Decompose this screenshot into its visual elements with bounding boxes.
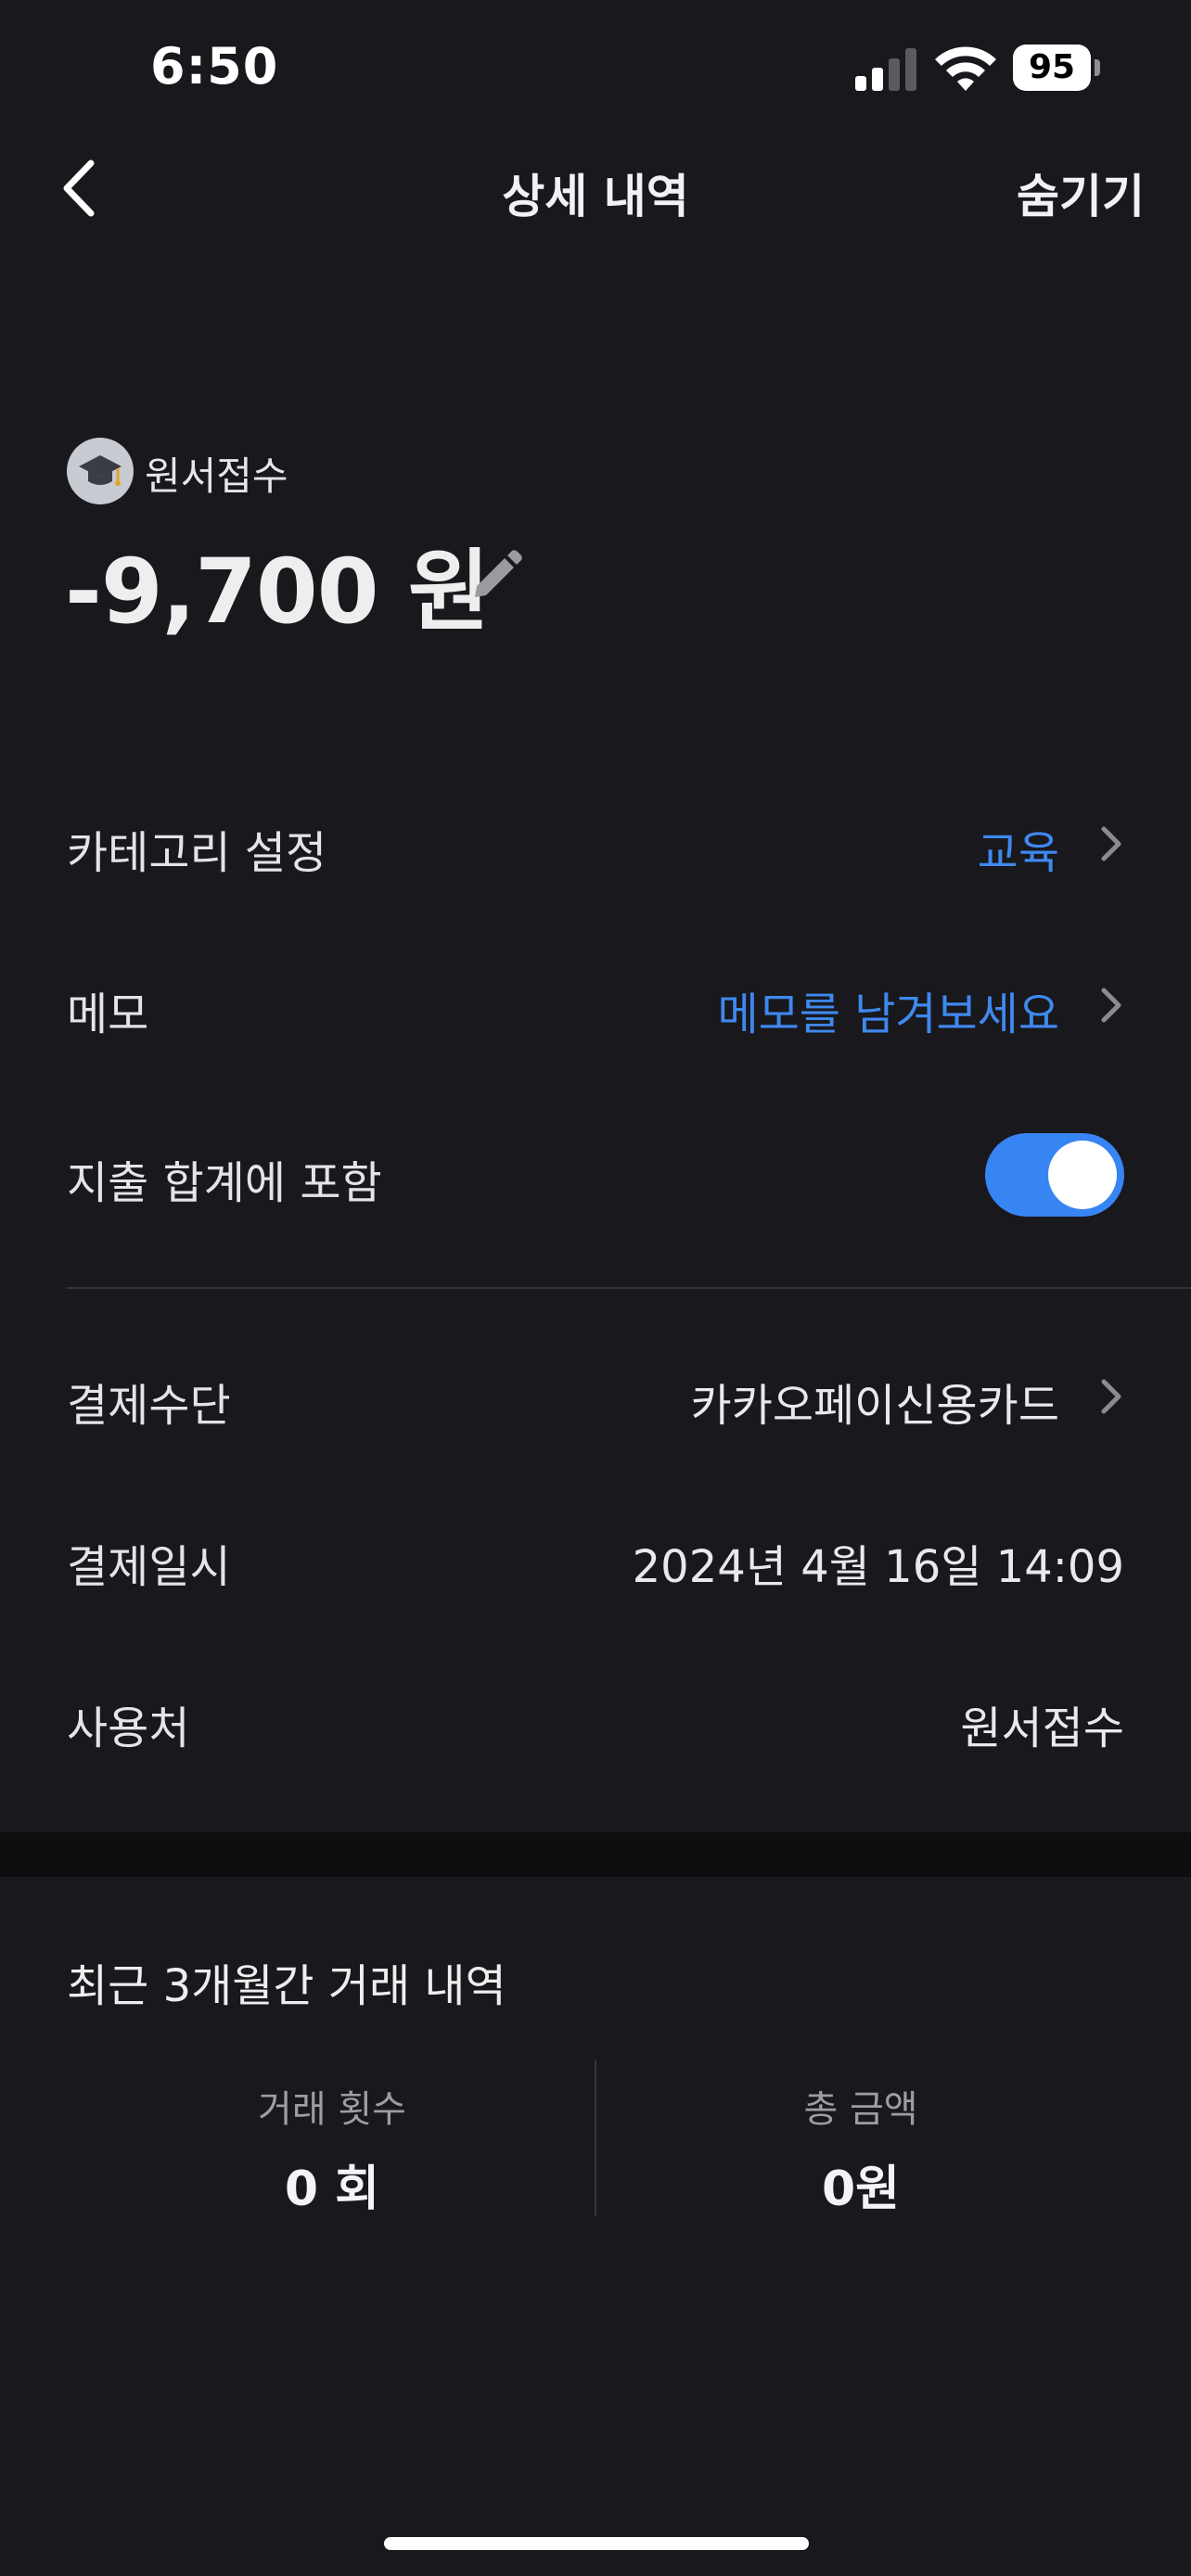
divider [67,1287,1191,1289]
chevron-right-icon[interactable] [1096,985,1124,1026]
memo-value[interactable]: 메모를 남겨보세요 [717,977,1059,1042]
section-separator [0,1832,1191,1877]
include-total-toggle[interactable] [985,1133,1124,1217]
recent-section-title: 최근 3개월간 거래 내역 [67,1960,506,2012]
chevron-right-icon[interactable] [1096,823,1124,864]
home-indicator[interactable] [384,2537,809,2550]
chevron-right-icon[interactable] [1096,1376,1124,1417]
hide-button[interactable]: 숨기기 [1017,159,1145,226]
include-total-label: 지출 합계에 포함 [67,1157,382,1209]
pencil-icon[interactable] [467,547,525,605]
category-value[interactable]: 교육 [978,816,1059,881]
payment-method-label: 결제수단 [67,1380,231,1432]
transaction-count-value: 0 회 [284,2162,380,2217]
transaction-amount: -9,700 원 [65,540,490,644]
graduation-cap-icon [67,438,134,504]
toggle-knob [1048,1141,1117,1209]
payment-method-value[interactable]: 카카오페이신용카드 [691,1369,1059,1434]
category-label: 카테고리 설정 [67,827,327,879]
payment-date-label: 결제일시 [67,1541,231,1593]
battery-indicator: 95 [1013,45,1102,91]
merchant-label: 사용처 [67,1702,190,1754]
transaction-count-label: 거래 횟수 [258,2088,406,2131]
memo-label: 메모 [67,988,149,1040]
merchant-name: 원서접수 [145,453,288,499]
total-amount-label: 총 금액 [803,2088,918,2131]
battery-level: 95 [1028,48,1076,86]
payment-date-value: 2024년 4월 16일 14:09 [632,1541,1124,1593]
status-time: 6:50 [150,37,279,96]
stats-divider [595,2060,596,2216]
wifi-icon [935,46,996,91]
cellular-signal-icon [855,48,916,91]
total-amount-value: 0원 [821,2162,901,2217]
merchant-value: 원서접수 [960,1702,1124,1754]
page-title: 상세 내역 [502,170,689,223]
